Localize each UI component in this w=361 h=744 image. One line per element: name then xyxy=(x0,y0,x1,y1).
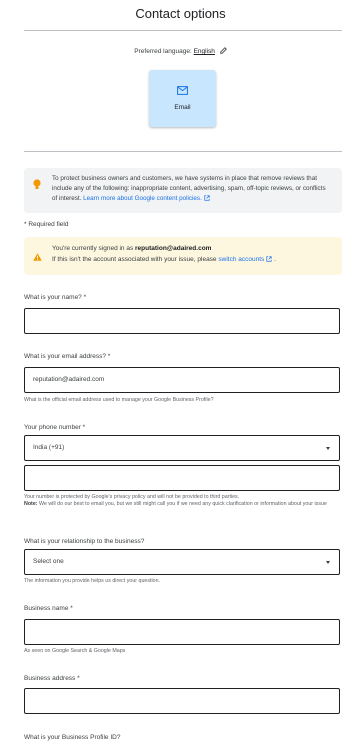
required-field-note: * Required field xyxy=(24,221,69,228)
page-title: Contact options xyxy=(135,6,226,21)
name-label: What is your name? * xyxy=(24,294,87,301)
policy-info-text: To protect business owners and customers… xyxy=(52,174,332,205)
dropdown-arrow-icon xyxy=(326,447,330,450)
business-address-label: Business address * xyxy=(24,675,80,682)
mail-icon xyxy=(177,82,188,100)
name-input[interactable] xyxy=(24,308,340,334)
email-help-text: What is the official email address used … xyxy=(24,397,214,403)
signed-in-email: reputation@adaired.com xyxy=(135,245,212,252)
business-address-input[interactable] xyxy=(24,688,340,714)
email-option-label: Email xyxy=(174,104,191,111)
switch-account-line: If this isn't the account associated wit… xyxy=(52,256,276,264)
signed-in-prefix: You're currently signed in as xyxy=(52,245,134,252)
signed-in-line: You're currently signed in as reputation… xyxy=(52,245,211,252)
signed-in-warning: You're currently signed in as reputation… xyxy=(24,237,342,275)
phone-help-text: Your number is protected by Google's pri… xyxy=(24,494,342,508)
business-name-help-text: As seen on Google Search & Google Maps xyxy=(24,648,126,654)
email-contact-option[interactable]: Email xyxy=(149,70,216,127)
phone-label: Your phone number * xyxy=(24,424,86,431)
switch-accounts-link[interactable]: switch accounts xyxy=(218,256,264,263)
lightbulb-icon xyxy=(33,177,41,195)
relationship-value: Select one xyxy=(33,558,64,565)
business-name-label: Business name * xyxy=(24,605,73,612)
warning-icon xyxy=(33,248,42,266)
phone-note-text: Note: We will do our best to email you, … xyxy=(24,501,342,508)
language-value[interactable]: English xyxy=(194,48,215,55)
profile-id-label: What is your Business Profile ID? xyxy=(24,734,121,741)
relationship-select[interactable]: Select one xyxy=(24,549,340,575)
edit-pencil-icon[interactable] xyxy=(219,47,227,56)
external-link-icon[interactable] xyxy=(266,256,272,264)
policy-info-box: To protect business owners and customers… xyxy=(24,168,342,213)
external-link-icon[interactable] xyxy=(204,195,210,205)
section-divider xyxy=(24,151,342,152)
email-input[interactable]: reputation@adaired.com xyxy=(24,367,340,393)
note-bold: Note: xyxy=(24,501,38,507)
header-divider xyxy=(24,30,342,31)
switch-prefix: If this isn't the account associated wit… xyxy=(52,256,217,263)
phone-privacy-text: Your number is protected by Google's pri… xyxy=(24,494,240,500)
business-name-input[interactable] xyxy=(24,619,340,645)
country-code-value: India (+91) xyxy=(33,444,65,451)
switch-suffix: . xyxy=(274,256,276,263)
country-code-select[interactable]: India (+91) xyxy=(24,435,340,461)
relationship-label: What is your relationship to the busines… xyxy=(24,538,145,545)
email-value: reputation@adaired.com xyxy=(33,376,105,383)
note-text: We will do our best to email you, but we… xyxy=(39,501,327,507)
content-policies-link[interactable]: Learn more about Google content policies… xyxy=(83,195,202,202)
relationship-help-text: The information you provide helps us dir… xyxy=(24,578,161,584)
preferred-language-row: Preferred language: English xyxy=(0,47,361,56)
dropdown-arrow-icon xyxy=(326,561,330,564)
phone-input[interactable] xyxy=(24,465,340,491)
language-label: Preferred language: xyxy=(134,48,192,56)
email-label: What is your email address? * xyxy=(24,353,111,360)
